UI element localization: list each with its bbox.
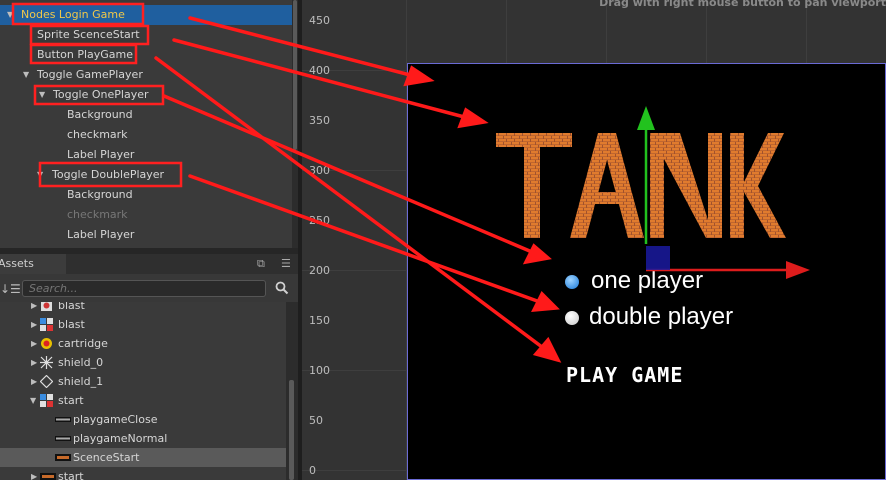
highlight-box — [29, 24, 150, 46]
annotation-arrow — [154, 56, 548, 352]
gizmo-y-arrow-icon[interactable] — [637, 106, 655, 130]
gizmo-xy-handle-icon[interactable] — [646, 246, 670, 270]
annotation-overlay — [11, 2, 810, 363]
transform-gizmo[interactable] — [637, 106, 810, 279]
arrow-head-icon — [457, 107, 489, 129]
annotation-arrow — [188, 174, 542, 304]
highlight-box — [11, 2, 145, 26]
highlight-box — [38, 161, 183, 188]
highlight-box — [29, 43, 138, 65]
highlight-box — [33, 84, 165, 106]
annotation-arrow — [188, 16, 416, 78]
arrow-head-icon — [531, 291, 560, 313]
gizmo-x-arrow-icon[interactable] — [786, 261, 810, 279]
arrow-head-icon — [522, 243, 552, 265]
arrow-head-icon — [403, 65, 435, 87]
